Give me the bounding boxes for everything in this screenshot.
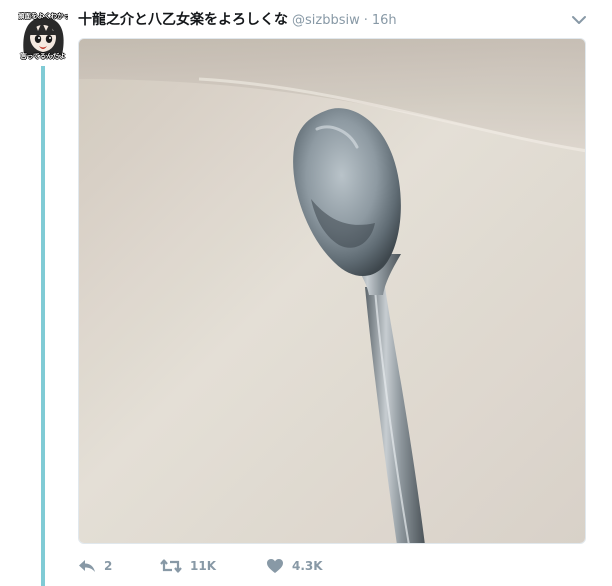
avatar[interactable]: 顔面をよくわかって 言ってるんだよ [18,11,68,61]
display-name[interactable]: 十龍之介と八乙女楽をよろしくな [78,9,288,29]
handle[interactable]: @sizbbsiw [292,13,360,28]
tweet-photo[interactable] [78,38,586,544]
spoon-photo [79,39,585,543]
avatar-caption-bottom: 言ってるんだよ [20,52,66,60]
chevron-down-icon[interactable] [570,12,588,26]
retweet-icon [160,559,182,573]
retweet-count: 11K [190,559,216,573]
like-button[interactable]: 4.3K [266,558,376,574]
like-count: 4.3K [292,559,323,573]
tweet-header: 十龍之介と八乙女楽をよろしくな @sizbbsiw · 16h [78,9,397,29]
reply-count: 2 [104,559,113,573]
avatar-caption-top: 顔面をよくわかって [18,12,68,20]
timestamp[interactable]: 16h [372,13,397,28]
retweet-button[interactable]: 11K [160,558,266,574]
tweet-actions: 2 11K 4.3K [78,556,376,576]
reply-icon [79,560,95,572]
separator-dot: · [363,13,368,28]
reply-button[interactable]: 2 [78,558,160,574]
heart-icon [267,559,283,573]
thread-line [41,66,45,586]
